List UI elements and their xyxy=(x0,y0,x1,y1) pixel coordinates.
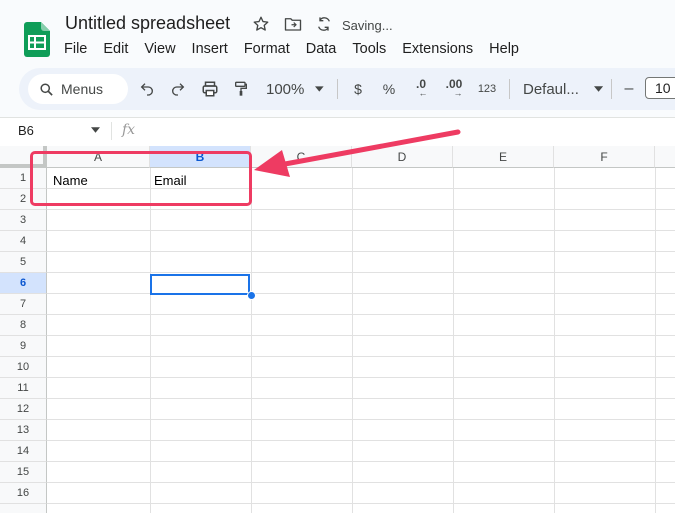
zoom-value: 100% xyxy=(266,80,305,98)
grid-line xyxy=(47,461,675,462)
arrow-left-icon: ← xyxy=(418,88,428,98)
print-button[interactable] xyxy=(199,78,221,100)
menu-format[interactable]: Format xyxy=(236,40,298,62)
menu-extensions[interactable]: Extensions xyxy=(394,40,481,62)
menu-data[interactable]: Data xyxy=(298,40,345,62)
name-box[interactable]: B6 xyxy=(18,123,34,138)
row-header[interactable]: 4 xyxy=(0,231,47,252)
highlight-box xyxy=(30,151,252,206)
decrease-font-size-button[interactable]: – xyxy=(620,78,638,100)
menu-file[interactable]: File xyxy=(56,40,95,62)
row-header[interactable]: 9 xyxy=(0,336,47,357)
toolbar-divider xyxy=(337,79,338,99)
fill-handle[interactable] xyxy=(247,291,256,300)
row-header[interactable]: 12 xyxy=(0,399,47,420)
grid-line xyxy=(47,272,675,273)
search-menus-label: Menus xyxy=(61,81,104,97)
column-header-e[interactable]: E xyxy=(453,146,554,168)
redo-button[interactable] xyxy=(168,78,188,100)
formula-divider xyxy=(111,122,112,140)
toolbar-divider xyxy=(611,79,612,99)
annotation-arrow xyxy=(254,129,461,177)
grid-line xyxy=(47,230,675,231)
column-header-f[interactable]: F xyxy=(554,146,655,168)
number-format-button[interactable]: 123 xyxy=(475,78,499,100)
undo-icon xyxy=(140,83,153,96)
grid-line xyxy=(47,293,675,294)
percent-button[interactable]: % xyxy=(380,78,398,100)
menubar: File Edit View Insert Format Data Tools … xyxy=(56,40,527,62)
toolbar-divider xyxy=(509,79,510,99)
row-header[interactable]: 8 xyxy=(0,315,47,336)
grid-line xyxy=(47,419,675,420)
grid-line xyxy=(47,482,675,483)
row-header[interactable]: 11 xyxy=(0,378,47,399)
search-icon xyxy=(40,82,53,96)
chevron-down-icon[interactable] xyxy=(91,127,100,133)
row-header[interactable]: 3 xyxy=(0,210,47,231)
row-header[interactable]: 16 xyxy=(0,483,47,504)
search-menus-button[interactable]: Menus xyxy=(28,74,128,104)
print-icon xyxy=(202,81,218,97)
currency-button[interactable]: $ xyxy=(349,78,367,100)
star-icon[interactable] xyxy=(251,14,271,34)
save-status: Saving... xyxy=(342,18,393,33)
grid-line xyxy=(47,377,675,378)
menu-tools[interactable]: Tools xyxy=(344,40,394,62)
grid-line xyxy=(47,398,675,399)
column-header-g[interactable] xyxy=(655,146,675,168)
document-title[interactable]: Untitled spreadsheet xyxy=(65,13,230,34)
chevron-down-icon xyxy=(315,86,324,92)
row-header[interactable]: 13 xyxy=(0,420,47,441)
grid-line xyxy=(47,251,675,252)
row-header[interactable]: 15 xyxy=(0,462,47,483)
menu-edit[interactable]: Edit xyxy=(95,40,136,62)
paint-format-icon xyxy=(235,81,247,96)
font-size-input[interactable]: 10 xyxy=(645,77,675,99)
decrease-decimal-button[interactable]: .0 ← xyxy=(410,78,432,100)
paint-format-button[interactable] xyxy=(231,78,251,100)
grid-line xyxy=(47,503,675,504)
menu-help[interactable]: Help xyxy=(481,40,527,62)
arrow-right-icon: → xyxy=(453,88,463,98)
sync-icon xyxy=(314,14,334,34)
font-select[interactable]: Defaul... xyxy=(519,78,603,100)
row-header[interactable] xyxy=(0,504,47,513)
undo-button[interactable] xyxy=(137,78,157,100)
grid-line xyxy=(47,335,675,336)
row-header[interactable]: 14 xyxy=(0,441,47,462)
font-value: Defaul... xyxy=(523,80,579,98)
row-header[interactable]: 10 xyxy=(0,357,47,378)
chevron-down-icon xyxy=(593,86,603,92)
fx-icon: fx xyxy=(122,122,136,138)
grid-line xyxy=(47,209,675,210)
row-header[interactable]: 5 xyxy=(0,252,47,273)
row-header[interactable]: 7 xyxy=(0,294,47,315)
grid-line xyxy=(47,356,675,357)
sheets-logo-icon[interactable] xyxy=(24,22,50,57)
increase-decimal-button[interactable]: .00 → xyxy=(441,78,467,100)
redo-icon xyxy=(172,83,185,96)
grid-line xyxy=(47,440,675,441)
active-cell-b6[interactable] xyxy=(150,274,250,295)
menu-view[interactable]: View xyxy=(136,40,183,62)
menu-insert[interactable]: Insert xyxy=(184,40,236,62)
row-header-selected[interactable]: 6 xyxy=(0,273,47,294)
grid-line xyxy=(47,314,675,315)
zoom-select[interactable]: 100% xyxy=(262,78,324,100)
move-to-folder-icon[interactable] xyxy=(283,14,303,34)
